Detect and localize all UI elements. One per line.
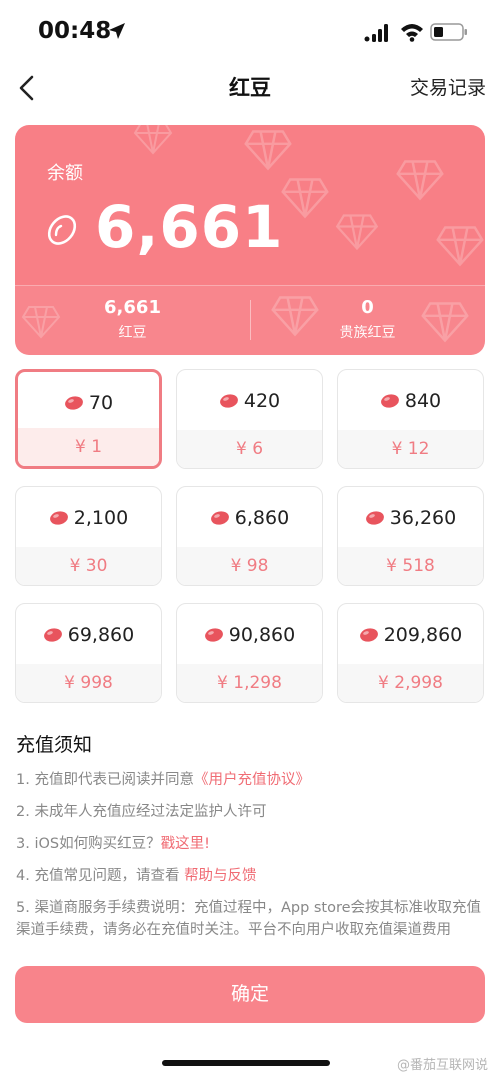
package-amount: 70 (88, 392, 114, 414)
note-item: 2. 未成年人充值应经过法定监护人许可 (16, 801, 486, 823)
note-item: 1. 充值即代表已阅读并同意《用户充值协议》 (16, 769, 486, 791)
red-bean-icon (365, 511, 384, 525)
package-amount: 6,860 (234, 507, 290, 529)
package-price: ¥ 518 (338, 547, 483, 585)
diamond-decoration-icon (436, 226, 484, 267)
package-price: ¥ 2,998 (338, 664, 483, 702)
diamond-decoration-icon (396, 160, 444, 201)
package-price: ¥ 12 (338, 430, 483, 468)
package-option[interactable]: 36,260 ¥ 518 (337, 486, 484, 586)
wifi-icon (401, 24, 423, 42)
package-price: ¥ 98 (177, 547, 322, 585)
red-bean-icon (204, 628, 223, 642)
diamond-decoration-icon (281, 178, 329, 219)
note-text: 3. iOS如何购买红豆？ (16, 836, 161, 852)
cellular-signal-icon (364, 24, 388, 42)
location-arrow-icon (109, 23, 125, 39)
red-bean-icon (380, 394, 399, 408)
note-text: 4. 充值常见问题，请查看 (16, 868, 185, 884)
status-time: 00:48 (38, 18, 112, 44)
package-amount: 36,260 (389, 507, 457, 529)
watermark: @番茄互联网说 (396, 1058, 488, 1073)
bean-outline-icon (47, 215, 77, 245)
package-amount: 69,860 (67, 624, 135, 646)
nav-bar: 红豆 交易记录 (0, 64, 500, 112)
stat-label: 贵族红豆 (339, 325, 396, 341)
battery-icon (430, 23, 467, 41)
note-item: 3. iOS如何购买红豆？戳这里! (16, 833, 486, 855)
note-text: 1. 充值即代表已阅读并同意 (16, 772, 194, 788)
package-option[interactable]: 420 ¥ 6 (176, 369, 323, 469)
help-feedback-link[interactable]: 帮助与反馈 (184, 868, 257, 884)
package-amount: 2,100 (73, 507, 129, 529)
balance-value: 6,661 (95, 193, 284, 261)
package-option[interactable]: 209,860 ¥ 2,998 (337, 603, 484, 703)
package-price: ¥ 6 (177, 430, 322, 468)
ios-purchase-help-link[interactable]: 戳这里! (161, 836, 210, 852)
stat-value: 0 (361, 297, 374, 318)
transaction-history-link[interactable]: 交易记录 (410, 73, 486, 100)
package-price: ¥ 1 (18, 428, 159, 466)
note-item: 4. 充值常见问题，请查看 帮助与反馈 (16, 865, 486, 887)
package-amount: 840 (404, 390, 442, 412)
red-bean-icon (219, 394, 238, 408)
balance-label: 余额 (47, 163, 83, 184)
package-price: ¥ 30 (16, 547, 161, 585)
divider (15, 285, 485, 286)
notes-title: 充值须知 (16, 734, 93, 756)
red-bean-icon (359, 628, 378, 642)
recharge-notes: 充值须知 1. 充值即代表已阅读并同意《用户充值协议》 2. 未成年人充值应经过… (16, 730, 486, 973)
note-text: 5. 渠道商服务手续费说明：充值过程中，App store会按其标准收取充值渠道… (16, 900, 482, 938)
home-indicator (162, 1060, 330, 1066)
package-option[interactable]: 90,860 ¥ 1,298 (176, 603, 323, 703)
package-amount: 420 (243, 390, 281, 412)
package-option[interactable]: 2,100 ¥ 30 (15, 486, 162, 586)
package-amount: 209,860 (383, 624, 463, 646)
package-amount: 90,860 (228, 624, 296, 646)
package-option[interactable]: 70 ¥ 1 (15, 369, 162, 469)
note-text: 2. 未成年人充值应经过法定监护人许可 (16, 804, 267, 820)
package-option[interactable]: 6,860 ¥ 98 (176, 486, 323, 586)
stat-label: 红豆 (118, 325, 147, 341)
red-bean-icon (49, 511, 68, 525)
status-bar: 00:48 (0, 0, 500, 64)
balance-card: 余额 6,661 6,661 红豆 0 贵族红豆 (15, 125, 485, 355)
stat-red-beans: 6,661 红豆 (15, 297, 250, 342)
red-bean-icon (43, 628, 62, 642)
package-option[interactable]: 840 ¥ 12 (337, 369, 484, 469)
package-price: ¥ 998 (16, 664, 161, 702)
red-bean-icon (210, 511, 229, 525)
user-recharge-agreement-link[interactable]: 《用户充值协议》 (194, 772, 310, 788)
package-option[interactable]: 69,860 ¥ 998 (15, 603, 162, 703)
diamond-decoration-icon (133, 125, 173, 155)
diamond-decoration-icon (244, 130, 292, 171)
stat-noble-red-beans: 0 贵族红豆 (250, 297, 485, 342)
confirm-button[interactable]: 确定 (15, 966, 485, 1023)
red-bean-icon (64, 396, 83, 410)
package-price: ¥ 1,298 (177, 664, 322, 702)
diamond-decoration-icon (335, 214, 379, 251)
stat-value: 6,661 (104, 297, 161, 318)
